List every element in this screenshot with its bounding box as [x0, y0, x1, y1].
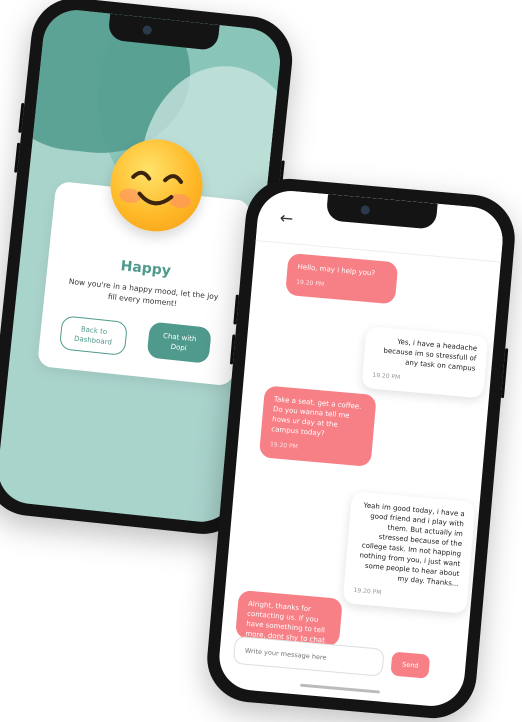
chat-button-label: Chat with Dopi [162, 331, 197, 353]
back-arrow-icon[interactable]: ← [279, 208, 294, 228]
message-text: Hello, may i help you? [297, 262, 376, 278]
message-time: 19.20 PM [269, 441, 299, 451]
user-message: Yes, i have a headache because im so str… [361, 326, 489, 399]
message-composer: Send [232, 635, 453, 685]
message-time: 19.20 PM [353, 586, 382, 597]
message-time: 19.20 PM [372, 371, 401, 382]
volume-button [18, 102, 25, 133]
message-input[interactable] [232, 635, 385, 677]
user-message: Yeah im good today, i have a good friend… [342, 491, 476, 614]
message-text: Yes, i have a headache because im so str… [383, 337, 478, 373]
back-button-label: Back to Dashboard [73, 325, 113, 347]
smiling-face-icon [105, 134, 208, 236]
chat-with-dopi-button[interactable]: Chat with Dopi [146, 321, 212, 364]
power-button [500, 348, 509, 399]
chat-screen: ← Dopi MindHelp Hello, may i help you? 1… [216, 188, 506, 709]
back-to-dashboard-button[interactable]: Back to Dashboard [58, 315, 129, 356]
send-button[interactable]: Send [390, 651, 431, 679]
bot-message: Hello, may i help you? 19.20 PM [285, 252, 399, 305]
bot-message: Take a seat, get a coffee. Do you wanna … [258, 385, 377, 467]
volume-button [14, 142, 21, 173]
phone-chat-screen: ← Dopi MindHelp Hello, may i help you? 1… [203, 175, 519, 722]
home-indicator [300, 683, 380, 694]
message-text: Yeah im good today, i have a good friend… [359, 501, 466, 589]
message-time: 19.20 PM [295, 278, 325, 289]
message-text: Take a seat, get a coffee. Do you wanna … [270, 395, 362, 438]
